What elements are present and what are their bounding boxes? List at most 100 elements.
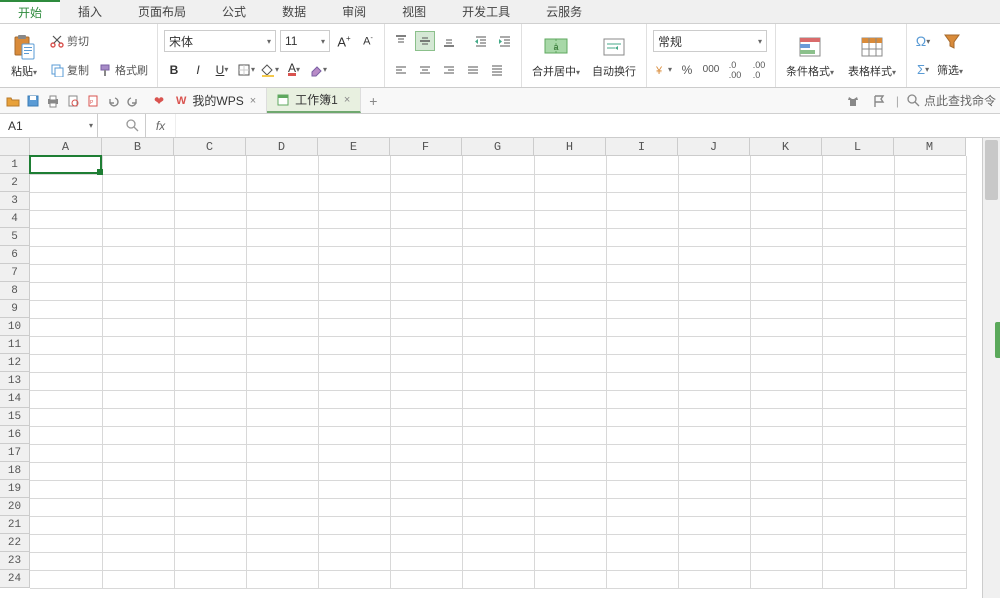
cell[interactable] — [750, 246, 822, 264]
symbol-button[interactable]: Ω▾ — [913, 31, 933, 51]
cell[interactable] — [246, 426, 318, 444]
cell[interactable] — [534, 174, 606, 192]
cell[interactable] — [246, 408, 318, 426]
cell[interactable] — [822, 192, 894, 210]
cell[interactable] — [246, 246, 318, 264]
cell[interactable] — [606, 444, 678, 462]
cell[interactable] — [606, 390, 678, 408]
cell[interactable] — [318, 498, 390, 516]
cell[interactable] — [678, 570, 750, 588]
row-header-7[interactable]: 7 — [0, 264, 30, 282]
cell[interactable] — [894, 264, 966, 282]
font-size-select[interactable]: 11▾ — [280, 30, 330, 52]
cell[interactable] — [246, 174, 318, 192]
cell[interactable] — [750, 300, 822, 318]
cell[interactable] — [894, 462, 966, 480]
cell[interactable] — [318, 408, 390, 426]
menu-tab-dev[interactable]: 开发工具 — [444, 0, 528, 23]
formula-input[interactable] — [176, 114, 1000, 137]
cell[interactable] — [102, 228, 174, 246]
column-header-J[interactable]: J — [678, 138, 750, 156]
cell[interactable] — [390, 408, 462, 426]
cell[interactable] — [534, 390, 606, 408]
cell[interactable] — [318, 318, 390, 336]
cell[interactable] — [390, 210, 462, 228]
cell[interactable] — [894, 300, 966, 318]
close-icon[interactable]: × — [250, 95, 256, 107]
cell[interactable] — [678, 300, 750, 318]
cell[interactable] — [750, 444, 822, 462]
cell[interactable] — [894, 228, 966, 246]
row-header-4[interactable]: 4 — [0, 210, 30, 228]
cell[interactable] — [174, 570, 246, 588]
cell[interactable] — [534, 210, 606, 228]
menu-tab-insert[interactable]: 插入 — [60, 0, 120, 23]
cell[interactable] — [606, 264, 678, 282]
font-color-button[interactable]: A▾ — [284, 60, 304, 80]
cell[interactable] — [318, 462, 390, 480]
cell[interactable] — [246, 210, 318, 228]
cell[interactable] — [750, 156, 822, 174]
redo-button[interactable] — [124, 92, 142, 110]
cell[interactable] — [894, 174, 966, 192]
row-header-21[interactable]: 21 — [0, 516, 30, 534]
cell[interactable] — [750, 498, 822, 516]
cell[interactable] — [30, 336, 102, 354]
cell[interactable] — [822, 516, 894, 534]
cell[interactable] — [102, 408, 174, 426]
row-header-18[interactable]: 18 — [0, 462, 30, 480]
cell[interactable] — [30, 390, 102, 408]
align-top-button[interactable] — [391, 31, 411, 51]
cell[interactable] — [390, 318, 462, 336]
doc-tab-workbook1[interactable]: 工作簿1 × — [267, 88, 361, 113]
shrink-font-button[interactable]: A- — [358, 31, 378, 51]
row-header-1[interactable]: 1 — [0, 156, 30, 174]
cell[interactable] — [678, 282, 750, 300]
menu-tab-formula[interactable]: 公式 — [204, 0, 264, 23]
cell[interactable] — [390, 354, 462, 372]
cell[interactable] — [822, 318, 894, 336]
table-style-button[interactable]: 表格样式▾ — [844, 27, 900, 84]
cell[interactable] — [750, 264, 822, 282]
cell[interactable] — [102, 570, 174, 588]
clear-format-button[interactable]: ▾ — [308, 60, 328, 80]
cell[interactable] — [894, 156, 966, 174]
cell[interactable] — [462, 192, 534, 210]
cell[interactable] — [102, 174, 174, 192]
cell[interactable] — [102, 462, 174, 480]
cell[interactable] — [174, 318, 246, 336]
cell[interactable] — [246, 498, 318, 516]
cell[interactable] — [534, 282, 606, 300]
column-header-L[interactable]: L — [822, 138, 894, 156]
cell[interactable] — [102, 444, 174, 462]
cell[interactable] — [30, 318, 102, 336]
cell[interactable] — [534, 246, 606, 264]
cell[interactable] — [534, 408, 606, 426]
cell[interactable] — [462, 156, 534, 174]
cell[interactable] — [174, 534, 246, 552]
cell[interactable] — [750, 354, 822, 372]
cell[interactable] — [534, 444, 606, 462]
cell[interactable] — [102, 372, 174, 390]
row-header-6[interactable]: 6 — [0, 246, 30, 264]
cell[interactable] — [174, 354, 246, 372]
comma-button[interactable]: 000 — [701, 60, 721, 80]
cell[interactable] — [390, 462, 462, 480]
cell[interactable] — [390, 192, 462, 210]
align-left-button[interactable] — [391, 60, 411, 80]
row-header-13[interactable]: 13 — [0, 372, 30, 390]
cell[interactable] — [894, 552, 966, 570]
cell[interactable] — [318, 300, 390, 318]
cell[interactable] — [678, 444, 750, 462]
search-icon[interactable] — [126, 119, 139, 132]
cell[interactable] — [462, 336, 534, 354]
cell[interactable] — [534, 300, 606, 318]
row-header-14[interactable]: 14 — [0, 390, 30, 408]
cell[interactable] — [894, 426, 966, 444]
skin-button[interactable] — [844, 92, 862, 110]
cell[interactable] — [318, 534, 390, 552]
cell[interactable] — [174, 192, 246, 210]
cell[interactable] — [606, 480, 678, 498]
cell[interactable] — [750, 210, 822, 228]
cell[interactable] — [750, 480, 822, 498]
